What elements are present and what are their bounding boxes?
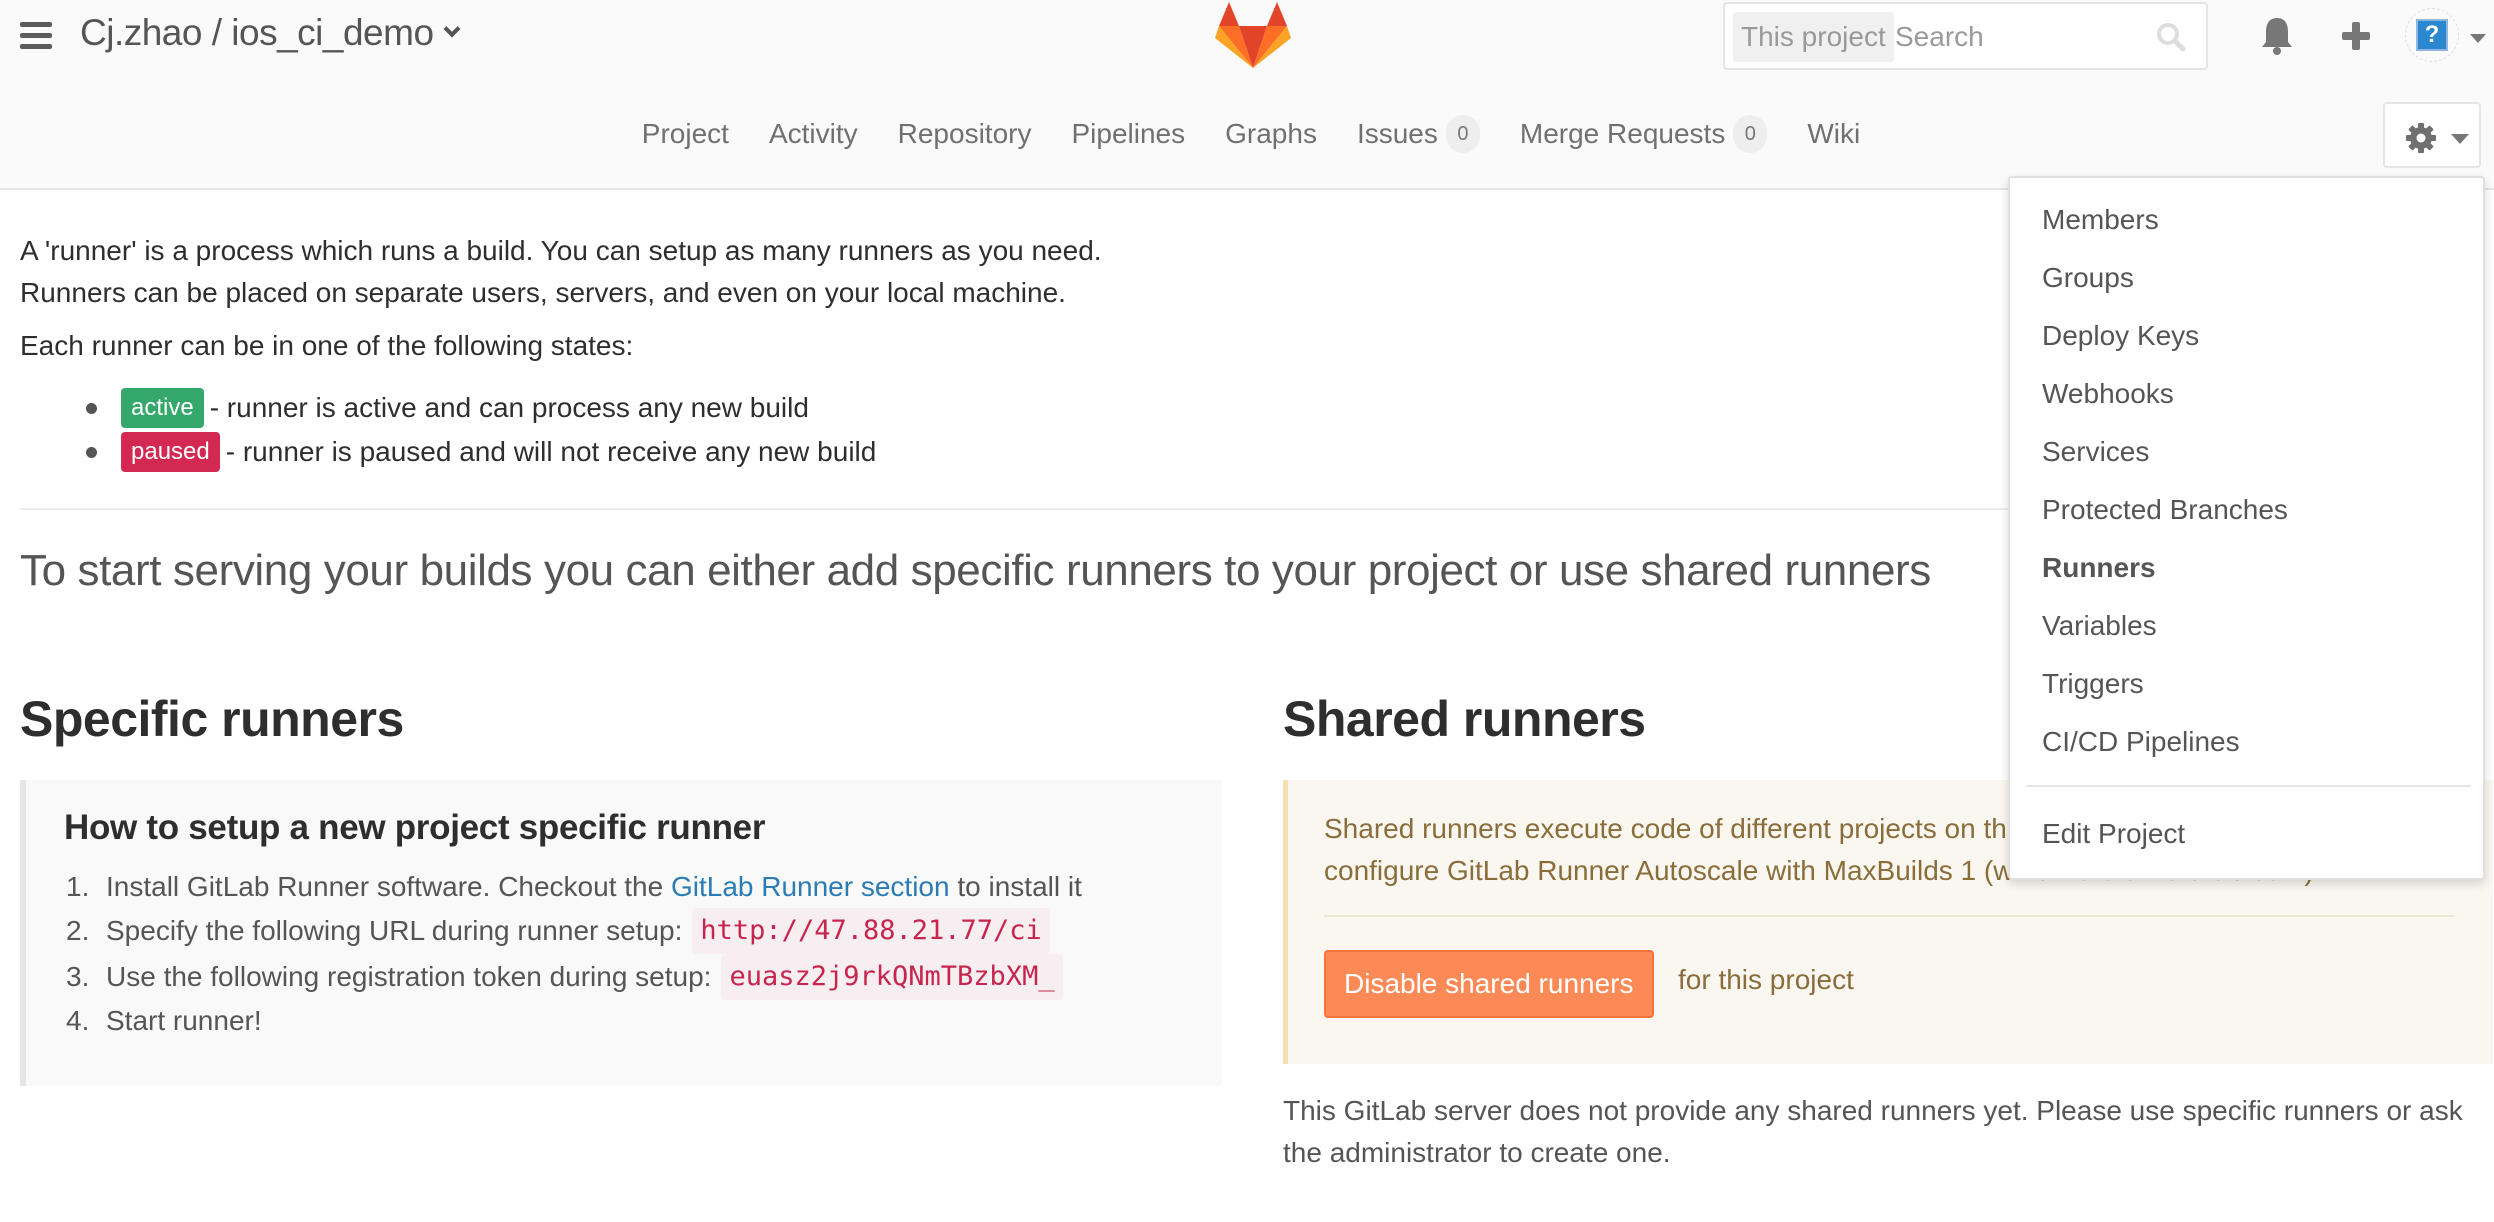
menu-item-groups[interactable]: Groups xyxy=(2042,262,2134,294)
project-title-text: Cj.zhao / ios_ci_demo xyxy=(80,12,434,53)
intro-paragraph: A 'runner' is a process which runs a bui… xyxy=(20,230,1102,314)
nav-issues[interactable]: Issues 0 xyxy=(1357,108,1480,160)
setup-step: 3. Use the following registration token … xyxy=(66,954,1082,1000)
step-number: 3. xyxy=(66,961,90,992)
settings-dropdown-button[interactable] xyxy=(2383,102,2481,168)
caret-down-icon xyxy=(2451,134,2469,144)
menu-item-services[interactable]: Services xyxy=(2042,436,2149,468)
nav-label: Wiki xyxy=(1807,118,1861,149)
step-number: 2. xyxy=(66,915,90,946)
list-item: paused - runner is paused and will not r… xyxy=(70,430,876,474)
setup-step: 4. Start runner! xyxy=(66,1000,1082,1042)
state-description: - runner is paused and will not receive … xyxy=(225,436,877,467)
step-number: 1. xyxy=(66,871,90,902)
step-text: Start runner! xyxy=(106,1005,262,1036)
intro-line: Runners can be placed on separate users,… xyxy=(20,277,1066,308)
nav-label: Issues xyxy=(1356,118,1438,149)
caret-down-icon[interactable] xyxy=(2470,34,2486,43)
menu-divider xyxy=(2026,785,2471,787)
lead-text: To start serving your builds you can eit… xyxy=(20,546,1931,595)
nav-label: Activity xyxy=(768,118,858,149)
menu-item-deploy-keys[interactable]: Deploy Keys xyxy=(2042,320,2199,352)
avatar-image: ? xyxy=(2416,19,2448,51)
gear-icon xyxy=(2406,123,2436,153)
specific-runners-heading: Specific runners xyxy=(20,691,404,747)
project-nav: Project Activity Repository Pipelines Gr… xyxy=(0,108,2494,160)
state-description: - runner is active and can process any n… xyxy=(209,392,809,423)
nav-label: Merge Requests xyxy=(1519,118,1726,149)
step-text: Install GitLab Runner software. Checkout… xyxy=(106,871,664,902)
nav-project[interactable]: Project xyxy=(642,108,729,160)
gitlab-logo-icon[interactable] xyxy=(1215,0,1291,70)
bell-icon[interactable] xyxy=(2257,14,2297,58)
nav-label: Repository xyxy=(897,118,1032,149)
list-item: active - runner is active and can proces… xyxy=(70,386,876,430)
search-icon[interactable] xyxy=(2156,22,2186,52)
step-text: to install it xyxy=(957,871,1082,902)
menu-item-variables[interactable]: Variables xyxy=(2042,610,2157,642)
issues-count-badge: 0 xyxy=(1445,115,1480,153)
button-suffix-text: for this project xyxy=(1678,964,1854,995)
project-title[interactable]: Cj.zhao / ios_ci_demo xyxy=(80,12,461,54)
registration-token-code[interactable]: euasz2j9rkQNmTBzbXM_ xyxy=(721,954,1063,1000)
hamburger-menu-icon[interactable] xyxy=(20,22,52,50)
bullet-icon xyxy=(86,402,97,414)
setup-step: 2. Specify the following URL during runn… xyxy=(66,908,1082,954)
setup-step: 1. Install GitLab Runner software. Check… xyxy=(66,866,1082,908)
specific-runner-setup-box: How to setup a new project specific runn… xyxy=(20,780,1222,1086)
nav-label: Pipelines xyxy=(1071,118,1186,149)
no-shared-runners-note: This GitLab server does not provide any … xyxy=(1283,1095,2463,1168)
merge-requests-count-badge: 0 xyxy=(1733,115,1768,153)
menu-item-ci-cd-pipelines[interactable]: CI/CD Pipelines xyxy=(2042,726,2240,758)
user-avatar[interactable]: ? xyxy=(2405,8,2459,62)
nav-label: Project xyxy=(641,118,729,149)
search-input[interactable]: Search xyxy=(1895,12,1984,62)
nav-label: Graphs xyxy=(1225,118,1317,149)
settings-dropdown-menu: Members Groups Deploy Keys Webhooks Serv… xyxy=(2008,176,2485,880)
chevron-down-icon[interactable] xyxy=(443,20,461,38)
menu-item-webhooks[interactable]: Webhooks xyxy=(2042,378,2174,410)
gitlab-runner-section-link[interactable]: GitLab Runner section xyxy=(671,866,950,908)
ci-url-code[interactable]: http://47.88.21.77/ci xyxy=(692,908,1050,954)
top-header: Cj.zhao / ios_ci_demo This project Searc… xyxy=(0,0,2494,190)
nav-wiki[interactable]: Wiki xyxy=(1807,108,1860,160)
intro-line: A 'runner' is a process which runs a bui… xyxy=(20,235,1102,266)
step-number: 4. xyxy=(66,1005,90,1036)
nav-activity[interactable]: Activity xyxy=(769,108,858,160)
menu-item-triggers[interactable]: Triggers xyxy=(2042,668,2144,700)
plus-icon[interactable] xyxy=(2336,14,2376,58)
menu-item-members[interactable]: Members xyxy=(2042,204,2159,236)
step-text: Specify the following URL during runner … xyxy=(106,915,683,946)
search-scope-label[interactable]: This project xyxy=(1733,12,1894,62)
paused-badge: paused xyxy=(121,432,220,472)
setup-steps: 1. Install GitLab Runner software. Check… xyxy=(66,866,1082,1042)
bullet-icon xyxy=(86,446,97,458)
nav-merge-requests[interactable]: Merge Requests 0 xyxy=(1519,108,1768,160)
nav-pipelines[interactable]: Pipelines xyxy=(1071,108,1185,160)
menu-item-runners[interactable]: Runners xyxy=(2042,552,2156,584)
nav-graphs[interactable]: Graphs xyxy=(1225,108,1317,160)
divider xyxy=(1324,915,2454,917)
divider xyxy=(20,508,2020,510)
disable-shared-runners-button[interactable]: Disable shared runners xyxy=(1324,950,1654,1018)
shared-runners-heading: Shared runners xyxy=(1283,691,1646,747)
active-badge: active xyxy=(121,388,204,428)
search-box[interactable]: This project Search xyxy=(1723,2,2208,70)
step-text: Use the following registration token dur… xyxy=(106,961,712,992)
setup-box-title: How to setup a new project specific runn… xyxy=(64,808,766,847)
states-list: active - runner is active and can proces… xyxy=(70,386,876,474)
menu-item-protected-branches[interactable]: Protected Branches xyxy=(2042,494,2288,526)
states-heading: Each runner can be in one of the followi… xyxy=(20,330,634,361)
menu-item-edit-project[interactable]: Edit Project xyxy=(2042,818,2185,850)
nav-repository[interactable]: Repository xyxy=(898,108,1032,160)
